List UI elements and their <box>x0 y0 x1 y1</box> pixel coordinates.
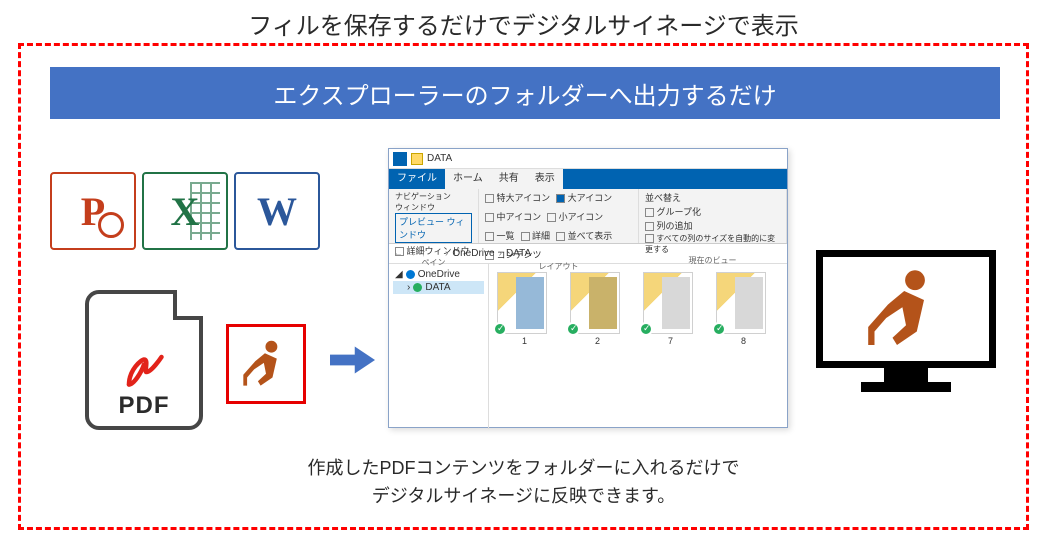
monitor-frame <box>816 250 996 368</box>
arrow-right-icon <box>330 342 375 378</box>
ribbon-l-icons[interactable]: 大アイコン <box>556 191 612 204</box>
file-item[interactable]: 1 <box>497 272 552 346</box>
ribbon-xl-icons[interactable]: 特大アイコン <box>485 191 550 204</box>
construction-worker-icon <box>861 264 951 354</box>
tree-data-folder[interactable]: › DATA <box>393 281 484 294</box>
ribbon-group[interactable]: グループ化 <box>645 205 780 218</box>
ribbon-nav[interactable]: ナビゲーション ウィンドウ <box>395 191 472 213</box>
menu-share[interactable]: 共有 <box>491 169 527 189</box>
nav-fwd-icon[interactable]: → <box>407 248 417 259</box>
sync-ok-icon <box>493 322 507 336</box>
office-icons-row: P X W <box>50 172 320 250</box>
explorer-window: DATA ファイル ホーム 共有 表示 ナビゲーション ウィンドウ プレビュー … <box>388 148 788 428</box>
ribbon-sort[interactable]: 並べ替え <box>645 191 780 204</box>
file-item[interactable]: 2 <box>570 272 625 346</box>
ribbon-preview-window[interactable]: プレビュー ウィンドウ <box>395 213 472 243</box>
page-title: フィルを保存するだけでデジタルサイネージで表示 <box>0 6 1047 41</box>
ribbon-tiles[interactable]: 並べて表示 <box>556 229 612 242</box>
adobe-swoosh-icon <box>119 342 169 392</box>
file-item[interactable]: 7 <box>643 272 698 346</box>
explorer-files: 1 2 7 8 <box>489 264 787 429</box>
menu-file[interactable]: ファイル <box>389 169 445 189</box>
ribbon-detail[interactable]: 詳細 <box>521 229 551 242</box>
excel-icon: X <box>142 172 228 250</box>
description: 作成したPDFコンテンツをフォルダーに入れるだけで デジタルサイネージに反映でき… <box>0 455 1047 511</box>
ribbon-addcol[interactable]: 列の追加 <box>645 219 780 232</box>
nav-back-icon[interactable]: ← <box>393 248 403 259</box>
folder-icon <box>430 248 441 259</box>
signage-small-icon <box>226 324 306 404</box>
sync-ok-icon <box>712 322 726 336</box>
folder-icon <box>411 153 423 165</box>
nav-up-icon[interactable]: ↑ <box>421 248 426 259</box>
tree-onedrive[interactable]: ◢ OneDrive <box>393 268 484 281</box>
explorer-app-icon <box>393 152 407 166</box>
banner: エクスプローラーのフォルダーへ出力するだけ <box>50 67 1000 119</box>
powerpoint-icon: P <box>50 172 136 250</box>
ribbon-s-icons[interactable]: 小アイコン <box>547 210 603 223</box>
sync-ok-icon <box>566 322 580 336</box>
sync-ok-icon <box>639 322 653 336</box>
explorer-title: DATA <box>427 153 452 164</box>
pdf-file-icon: PDF <box>85 290 203 430</box>
explorer-titlebar: DATA <box>389 149 787 169</box>
ribbon-autosize[interactable]: すべての列のサイズを自動的に変更する <box>645 233 780 255</box>
explorer-menubar: ファイル ホーム 共有 表示 <box>389 169 787 189</box>
breadcrumb-seg-2[interactable]: DATA <box>506 248 531 259</box>
explorer-tree: ◢ OneDrive › DATA <box>389 264 489 429</box>
breadcrumb-seg-1[interactable]: OneDrive <box>452 248 494 259</box>
menu-view[interactable]: 表示 <box>527 169 563 189</box>
word-icon: W <box>234 172 320 250</box>
pdf-label: PDF <box>119 392 170 420</box>
signage-monitor <box>816 250 996 400</box>
ribbon-m-icons[interactable]: 中アイコン <box>485 210 541 223</box>
construction-worker-icon <box>239 337 293 391</box>
file-item[interactable]: 8 <box>716 272 771 346</box>
ribbon-list[interactable]: 一覧 <box>485 229 515 242</box>
menu-home[interactable]: ホーム <box>445 169 491 189</box>
explorer-ribbon: ナビゲーション ウィンドウ プレビュー ウィンドウ 詳細ウィンドウ ペイン 特大… <box>389 189 787 244</box>
